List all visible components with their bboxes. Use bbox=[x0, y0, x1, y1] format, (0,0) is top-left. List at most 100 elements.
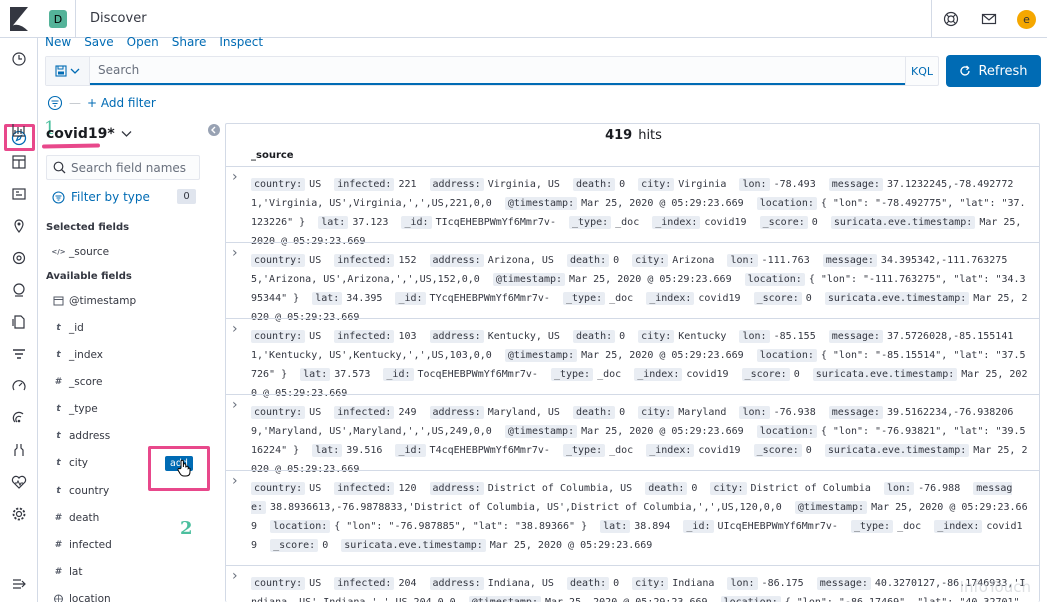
field-item-score[interactable]: # _score bbox=[50, 374, 210, 390]
field-item-address[interactable]: t address bbox=[50, 428, 210, 444]
save-link[interactable]: Save bbox=[84, 36, 113, 50]
monitoring-icon[interactable] bbox=[11, 474, 27, 490]
visualize-icon[interactable] bbox=[11, 122, 27, 138]
space-avatar[interactable]: D bbox=[49, 10, 67, 28]
field-name: death bbox=[69, 512, 100, 524]
share-link[interactable]: Share bbox=[172, 36, 207, 50]
field-value: Mar 25, 2020 @ 05:29:23.669 bbox=[581, 198, 744, 209]
field-item-source[interactable]: </> _source bbox=[50, 244, 210, 260]
field-key: _score: bbox=[753, 292, 802, 305]
siem-icon[interactable] bbox=[11, 410, 27, 426]
document-row[interactable]: › country: US infected: 249 address: Marylan… bbox=[226, 394, 1039, 475]
collapse-sidebar-button[interactable] bbox=[208, 124, 220, 136]
expand-row-chevron-icon[interactable]: › bbox=[232, 321, 238, 337]
field-key: _index: bbox=[652, 216, 701, 229]
field-item-location[interactable]: location bbox=[50, 591, 210, 602]
user-avatar[interactable]: e bbox=[1017, 10, 1036, 29]
document-source: country: US infected: 152 address: Arizona,… bbox=[251, 251, 1031, 327]
filter-icon bbox=[52, 190, 65, 204]
string-type-icon: t bbox=[56, 350, 61, 360]
number-type-icon: # bbox=[54, 567, 63, 577]
inspect-link[interactable]: Inspect bbox=[219, 36, 263, 50]
field-value: TocqEHEBPWmYf6Mmr7v- bbox=[417, 369, 538, 380]
filter-by-type-label: Filter by type bbox=[71, 190, 150, 204]
chevron-down-icon bbox=[121, 131, 132, 137]
query-language-switch[interactable]: KQL bbox=[905, 57, 938, 85]
logs-icon[interactable] bbox=[11, 314, 27, 330]
document-row[interactable]: › country: US infected: 120 address: Distric… bbox=[226, 470, 1039, 565]
add-filter-link[interactable]: + Add filter bbox=[87, 96, 156, 110]
field-value: 0 bbox=[322, 540, 329, 551]
field-value: 0 bbox=[619, 179, 626, 190]
collapse-menu-icon[interactable] bbox=[11, 576, 27, 592]
kibana-logo-icon[interactable] bbox=[8, 7, 30, 31]
filter-options-icon[interactable] bbox=[47, 95, 63, 111]
expand-row-chevron-icon[interactable]: › bbox=[232, 169, 238, 185]
field-key: _score: bbox=[753, 444, 802, 457]
canvas-icon[interactable] bbox=[11, 186, 27, 202]
field-item-lat[interactable]: # lat bbox=[50, 564, 210, 580]
search-input[interactable] bbox=[90, 57, 905, 85]
new-link[interactable]: New bbox=[45, 36, 71, 50]
document-row[interactable]: › country: US infected: 221 address: Virgini… bbox=[226, 166, 1039, 247]
field-value: UIcqEHEBPWmYf6Mmr7v- bbox=[717, 521, 838, 532]
index-pattern-name: covid19* bbox=[46, 126, 115, 142]
field-value: US bbox=[309, 407, 322, 418]
annotation-number-2: 2 bbox=[180, 518, 193, 539]
field-key: lat: bbox=[600, 520, 631, 533]
help-icon[interactable] bbox=[943, 11, 959, 27]
expand-row-chevron-icon[interactable]: › bbox=[232, 397, 238, 413]
field-item-type[interactable]: t _type bbox=[50, 401, 210, 417]
index-pattern-selector[interactable]: covid19* bbox=[46, 126, 132, 142]
field-value: 249 bbox=[398, 407, 417, 418]
field-name: _index bbox=[69, 349, 103, 361]
field-key: @timestamp: bbox=[794, 501, 868, 514]
results-panel: 419 hits _source › country: US infected: 221… bbox=[225, 123, 1040, 602]
mail-icon[interactable] bbox=[981, 11, 997, 27]
filter-count-badge: 0 bbox=[177, 189, 196, 204]
field-value: -78.493 bbox=[773, 179, 816, 190]
field-name: _type bbox=[69, 403, 98, 415]
field-item-timestamp[interactable]: @timestamp bbox=[50, 293, 210, 309]
infrastructure-icon[interactable] bbox=[11, 282, 27, 298]
apm-icon[interactable] bbox=[11, 346, 27, 362]
field-item-id[interactable]: t _id bbox=[50, 320, 210, 336]
field-key: address: bbox=[429, 178, 484, 191]
field-value: Arizona, US bbox=[487, 255, 554, 266]
field-value: US bbox=[309, 179, 322, 190]
refresh-button[interactable]: Refresh bbox=[946, 55, 1041, 87]
field-key: suricata.eve.timestamp: bbox=[341, 539, 486, 552]
document-row[interactable]: › country: US infected: 103 address: Kentuck… bbox=[226, 318, 1039, 399]
chevron-left-icon bbox=[211, 126, 216, 134]
field-key: @timestamp: bbox=[492, 273, 566, 286]
field-key: lon: bbox=[727, 577, 758, 590]
top-header: D Discover e bbox=[0, 0, 1047, 38]
dashboard-icon[interactable] bbox=[11, 154, 27, 170]
field-value: _doc bbox=[897, 521, 922, 532]
field-item-index[interactable]: t _index bbox=[50, 347, 210, 363]
field-search-input[interactable] bbox=[71, 159, 195, 177]
expand-row-chevron-icon[interactable]: › bbox=[232, 245, 238, 261]
field-key: lon: bbox=[739, 330, 770, 343]
document-row[interactable]: › country: US infected: 152 address: Arizona… bbox=[226, 242, 1039, 323]
document-row[interactable]: › country: US infected: 204 address: Indiana… bbox=[226, 565, 1039, 602]
field-name: country bbox=[69, 485, 110, 497]
field-key: city: bbox=[632, 577, 669, 590]
management-gear-icon[interactable] bbox=[11, 506, 27, 522]
recently-viewed-icon[interactable] bbox=[11, 51, 27, 67]
expand-row-chevron-icon[interactable]: › bbox=[232, 473, 238, 489]
dev-tools-icon[interactable] bbox=[11, 442, 27, 458]
uptime-icon[interactable] bbox=[11, 378, 27, 394]
machine-learning-icon[interactable] bbox=[11, 250, 27, 266]
header-divider bbox=[75, 0, 76, 38]
open-link[interactable]: Open bbox=[127, 36, 159, 50]
field-key: city: bbox=[638, 330, 675, 343]
maps-icon[interactable] bbox=[11, 218, 27, 234]
saved-queries-button[interactable] bbox=[46, 57, 90, 85]
expand-row-chevron-icon[interactable]: › bbox=[232, 568, 238, 584]
field-key: death: bbox=[572, 406, 616, 419]
field-item-infected[interactable]: # infected bbox=[50, 537, 210, 553]
hits-label: hits bbox=[638, 128, 662, 143]
filter-separator: — bbox=[69, 96, 81, 110]
field-value: 0 bbox=[811, 217, 818, 228]
